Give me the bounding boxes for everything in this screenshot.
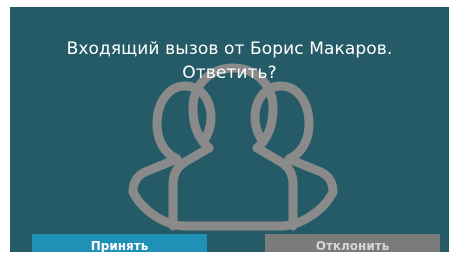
incoming-call-screen: Входящий вызов от Борис Макаров. Ответит… (10, 7, 449, 252)
incoming-call-message-line2: Ответить? (182, 63, 277, 83)
app-window: Входящий вызов от Борис Макаров. Ответит… (0, 0, 461, 260)
people-group-icon (127, 62, 339, 232)
incoming-call-message-line1: Входящий вызов от Борис Макаров. (66, 39, 393, 59)
incoming-call-message: Входящий вызов от Борис Макаров. Ответит… (10, 37, 449, 85)
accept-call-button[interactable]: Принять (32, 234, 207, 252)
decline-call-button[interactable]: Отклонить (265, 234, 440, 252)
